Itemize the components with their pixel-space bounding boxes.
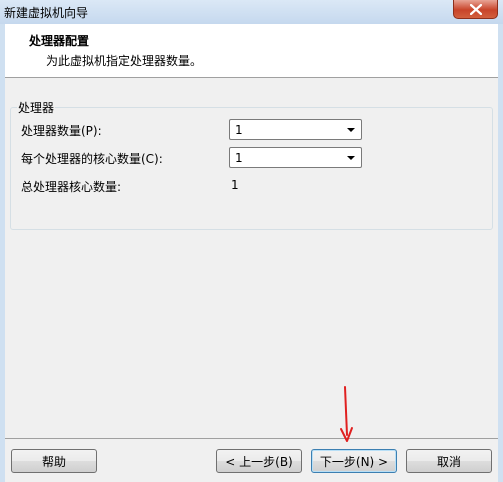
page-title: 处理器配置 <box>29 34 90 48</box>
processors-group-title: 处理器 <box>17 99 56 116</box>
back-button[interactable]: < 上一步(B) <box>216 449 302 473</box>
wizard-header: 处理器配置 为此虚拟机指定处理器数量。 <box>5 24 498 78</box>
total-cores-label: 总处理器核心数量: <box>21 180 122 194</box>
cores-per-processor-label: 每个处理器的核心数量(C): <box>21 152 163 166</box>
window-title: 新建虚拟机向导 <box>4 6 89 20</box>
processor-count-value: 1 <box>235 123 243 137</box>
wizard-client-area: 处理器配置 为此虚拟机指定处理器数量。 处理器 处理器数量(P): 1 每个处理… <box>5 24 498 482</box>
processor-count-dropdown[interactable]: 1 <box>229 119 362 140</box>
close-button[interactable] <box>453 0 498 19</box>
chevron-down-icon <box>347 156 355 160</box>
help-button[interactable]: 帮助 <box>11 449 97 473</box>
cores-per-processor-dropdown[interactable]: 1 <box>229 147 362 168</box>
annotation-arrow-icon <box>340 386 353 442</box>
next-button[interactable]: 下一步(N) > <box>311 449 397 473</box>
processor-count-label: 处理器数量(P): <box>21 124 102 138</box>
page-subtitle: 为此虚拟机指定处理器数量。 <box>46 54 203 68</box>
total-cores-value: 1 <box>231 178 239 192</box>
cores-per-processor-value: 1 <box>235 151 243 165</box>
footer-divider <box>5 438 498 439</box>
title-bar: 新建虚拟机向导 <box>0 0 503 24</box>
cancel-button[interactable]: 取消 <box>406 449 492 473</box>
chevron-down-icon <box>347 128 355 132</box>
close-icon <box>469 3 482 15</box>
